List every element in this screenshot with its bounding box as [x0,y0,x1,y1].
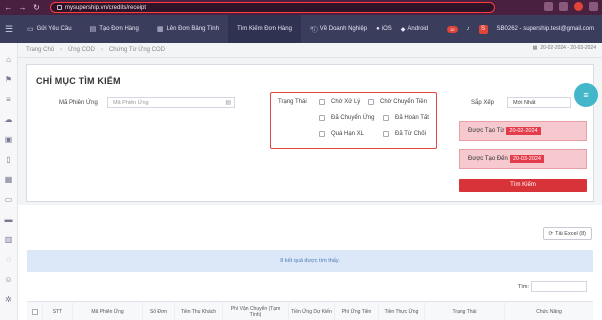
status-label: Trạng Thái [278,99,307,105]
back-icon[interactable]: ← [4,0,13,15]
left-sidebar: ⌂ ⚑ ≡ ☁ ▣ ▯ ▦ ▭ ▬ ▥ ◌ ☺ ✲ [0,43,18,320]
status-filter-box: Trạng Thái Chờ Xử Lý Chờ Chuyển Tiền Đã … [270,92,437,149]
document-icon: ▤ [89,26,97,33]
calendar-icon: ▦ [532,45,538,51]
col-actions[interactable]: Chức Năng [505,301,593,320]
created-to-field[interactable]: Được Tạo Đến 20-03-2024 [459,149,587,169]
col-actual-advance[interactable]: Tiền Thực Ứng [379,301,425,320]
keyboard-icon: ▤ [225,100,231,106]
card-icon[interactable]: ▭ [5,195,13,205]
folder-icon[interactable]: ▬ [5,215,13,225]
code-label: Mã Phiên Ứng [59,100,98,106]
lock-icon [57,5,62,10]
menu-fab-icon[interactable]: ≡ [574,83,598,107]
search-panel: CHỈ MỤC TÌM KIẾM Mã Phiên Ứng Mã Phiên Ứ… [26,64,598,202]
table-header: STT Mã Phiên Ứng Số Đơn Tiền Thu Khách P… [27,301,593,320]
comment-icon[interactable]: ◌ [6,255,11,265]
search-title: CHỈ MỤC TÌM KIẾM [36,76,121,86]
phone-icon[interactable]: ▯ [6,155,10,165]
filter-input[interactable] [531,281,587,292]
cloud-icon[interactable]: ☁ [5,115,13,125]
flag-icon[interactable]: ⚑ [5,75,12,85]
col-shipping-fee[interactable]: Phí Vận Chuyển (Tạm Tính) [223,301,289,320]
home-icon[interactable]: ⌂ [6,55,11,65]
android-icon: ◆ [400,26,406,33]
col-status[interactable]: Trạng Thái [425,301,505,320]
bag-icon[interactable]: ▣ [5,135,13,145]
hamburger-icon[interactable]: ☰ [0,15,18,43]
nav-send-request[interactable]: ▭ Gửi Yêu Cầu [18,15,81,43]
url-text: mysupership.vn/credits/receipt [65,4,147,11]
nav-ios[interactable]: ● iOS [376,26,392,32]
status-rejected-checkbox[interactable]: Đã Từ Chối [383,131,426,137]
status-completed-checkbox[interactable]: Đã Hoàn Tất [383,115,429,121]
breadcrumb-home[interactable]: Trang Chủ [26,47,54,53]
results-area: ⟳ Tải Excel (8) 8 kết quả được tìm thấy.… [18,205,602,320]
col-collected[interactable]: Tiền Thu Khách [175,301,223,320]
forward-icon[interactable]: → [18,0,27,15]
nav-spreadsheet-order[interactable]: ▦ Lên Đơn Bảng Tính [148,15,228,43]
created-to-value: 20-03-2024 [509,155,544,163]
filter-label: Tìm: [518,284,529,290]
col-advance-fee[interactable]: Phí Ứng Tiền [335,301,379,320]
extension-icon[interactable] [544,2,553,11]
browser-extensions [544,2,598,11]
topnav-right: ⓘ Về Doanh Nghiệp ● iOS ◆ Android 10 ♪ S SB… [312,15,594,43]
download-excel-button[interactable]: ⟳ Tải Excel (8) [542,227,592,240]
date-range-text: 20-02-2024 - 20-03-2024 [540,45,596,51]
user-icon[interactable]: ☺ [4,275,12,285]
status-pending-checkbox[interactable]: Chờ Xử Lý [319,99,360,105]
select-all-checkbox[interactable] [27,301,43,320]
list-icon[interactable]: ≡ [6,95,11,105]
chat-icon: ▭ [27,26,34,33]
notification-badge[interactable]: 10 [447,25,458,33]
chart-icon[interactable]: ▥ [5,235,13,245]
col-expected-advance[interactable]: Tiền Ứng Dự Kiến [289,301,335,320]
breadcrumb: Trang Chủ › Ứng COD › Chứng Từ Ứng COD [18,43,602,58]
nav-android[interactable]: ◆ Android [401,26,428,33]
code-input[interactable]: Mã Phiên Ứng ▤ [107,97,235,108]
date-range-picker[interactable]: ▦ 20-02-2024 - 20-03-2024 [533,45,596,51]
address-bar[interactable]: mysupership.vn/credits/receipt [50,2,495,13]
col-stt[interactable]: STT [43,301,73,320]
search-button[interactable]: Tìm Kiếm [459,179,587,192]
nav-search-order[interactable]: Tìm Kiếm Đơn Hàng [227,15,301,43]
grid-icon[interactable]: ▦ [5,175,13,185]
results-notice: 8 kết quả được tìm thấy. [27,250,593,272]
status-awaiting-transfer-checkbox[interactable]: Chờ Chuyển Tiền [368,99,427,105]
sort-select[interactable]: Mới Nhất [507,97,571,108]
created-from-value: 20-02-2024 [506,127,541,135]
bell-icon: ♪ [466,26,470,32]
user-account[interactable]: SB0262 - supership.test@gmail.com [497,26,594,32]
nav-create-order[interactable]: ▤ Tạo Đơn Hàng [81,15,148,43]
nav-business[interactable]: ⓘ Về Doanh Nghiệp [312,25,367,34]
bookmark-icon[interactable] [559,2,568,11]
apple-icon: ● [376,26,380,32]
status-overdue-checkbox[interactable]: Quá Hạn XL [319,131,364,137]
sort-label: Sắp Xếp [471,100,495,106]
status-transferred-checkbox[interactable]: Đã Chuyển Ứng [319,115,374,121]
col-orders[interactable]: Số Đơn [143,301,175,320]
profile-icon[interactable] [574,2,583,11]
reload-icon[interactable]: ↻ [32,0,41,15]
col-code[interactable]: Mã Phiên Ứng [73,301,143,320]
refresh-icon: ⟳ [548,230,554,237]
browser-menu-icon[interactable] [589,2,598,11]
info-icon: ⓘ [311,27,318,34]
created-from-field[interactable]: Được Tạo Từ 20-02-2024 [459,121,587,141]
user-avatar[interactable]: S [478,24,488,34]
nav-notifications[interactable]: ♪ [467,26,470,32]
breadcrumb-current: Chứng Từ Ứng COD [108,47,166,53]
table-icon: ▦ [156,26,164,33]
settings-icon[interactable]: ✲ [5,295,12,305]
breadcrumb-cod[interactable]: Ứng COD [68,47,95,53]
app-topnav: ☰ ▭ Gửi Yêu Cầu ▤ Tạo Đơn Hàng ▦ Lên Đơn… [0,15,602,43]
